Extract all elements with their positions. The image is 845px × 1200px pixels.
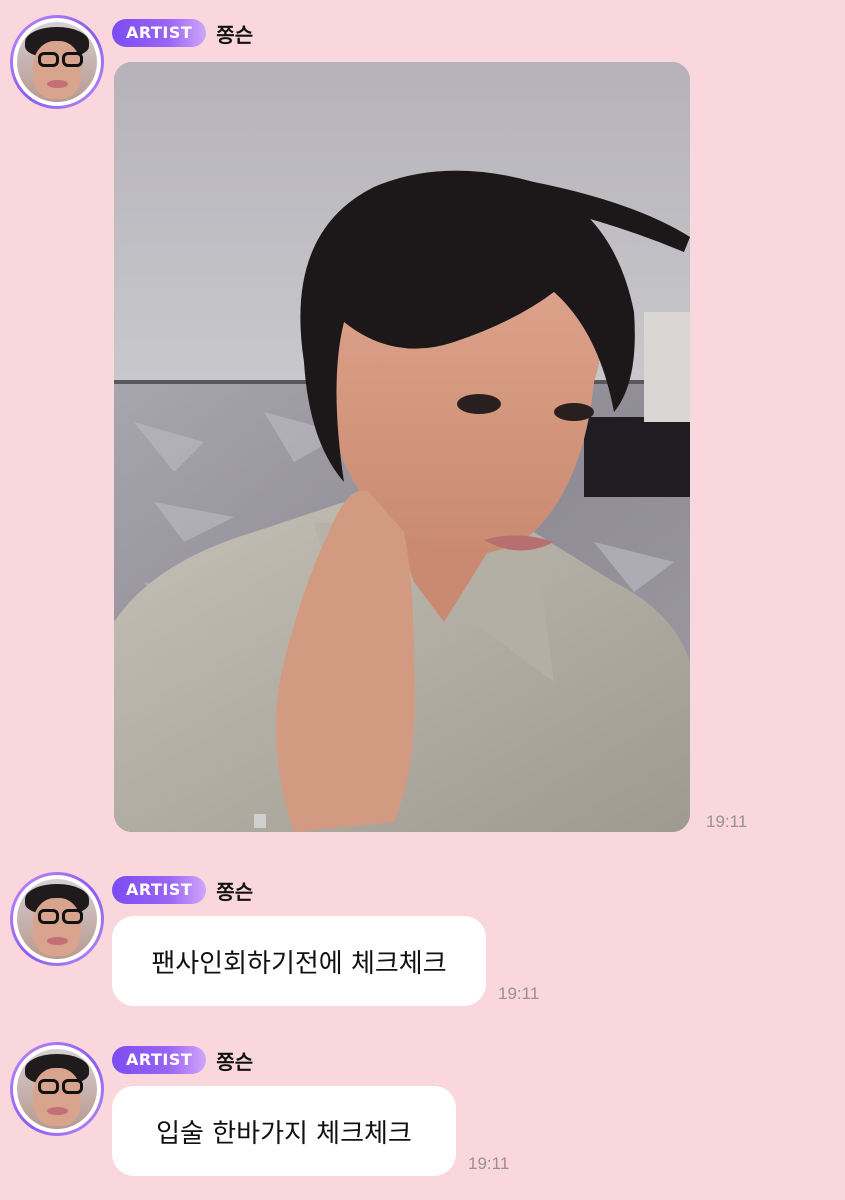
avatar-glasses-left [37, 909, 59, 924]
selfie-photo [114, 62, 690, 832]
sender-name: 쫑슨 [216, 1049, 254, 1074]
avatar-face [33, 1068, 81, 1126]
avatar-photo [17, 1049, 97, 1129]
message-text: ARTIST 쫑슨 입술 한바가지 체크체크 19:11 [0, 1030, 845, 1190]
avatar-lips [47, 936, 69, 945]
sender-row: ARTIST 쫑슨 [112, 875, 253, 905]
timestamp: 19:11 [498, 984, 540, 1003]
artist-badge: ARTIST [112, 19, 207, 47]
avatar-frame [13, 1045, 101, 1133]
sender-row: ARTIST 쫑슨 [112, 1045, 253, 1075]
avatar[interactable] [10, 1042, 104, 1136]
avatar-glasses-left [37, 1079, 59, 1094]
avatar-lips [47, 1106, 69, 1115]
message-photo: ARTIST 쫑슨 19:11 [0, 0, 845, 850]
message-bubble[interactable]: 팬사인회하기전에 체크체크 [112, 916, 486, 1006]
avatar-frame [13, 875, 101, 963]
sender-name: 쫑슨 [216, 879, 254, 904]
avatar-lips [47, 79, 69, 88]
avatar-photo [17, 879, 97, 959]
timestamp: 19:11 [468, 1154, 510, 1173]
timestamp: 19:11 [706, 812, 748, 831]
avatar-frame [13, 18, 101, 106]
artist-badge: ARTIST [112, 876, 207, 904]
artist-badge: ARTIST [112, 1046, 207, 1074]
photo-attachment[interactable] [114, 62, 690, 832]
avatar-photo [17, 22, 97, 102]
sender-row: ARTIST 쫑슨 [112, 18, 253, 48]
avatar-face [33, 41, 81, 99]
avatar-glasses-right [61, 1079, 83, 1094]
avatar[interactable] [10, 872, 104, 966]
message-text: ARTIST 쫑슨 팬사인회하기전에 체크체크 19:11 [0, 860, 845, 1010]
message-bubble[interactable]: 입술 한바가지 체크체크 [112, 1086, 456, 1176]
avatar-face [33, 898, 81, 956]
avatar-glasses-right [61, 909, 83, 924]
avatar-glasses-left [37, 52, 59, 67]
sender-name: 쫑슨 [216, 22, 254, 47]
avatar[interactable] [10, 15, 104, 109]
avatar-glasses-right [61, 52, 83, 67]
